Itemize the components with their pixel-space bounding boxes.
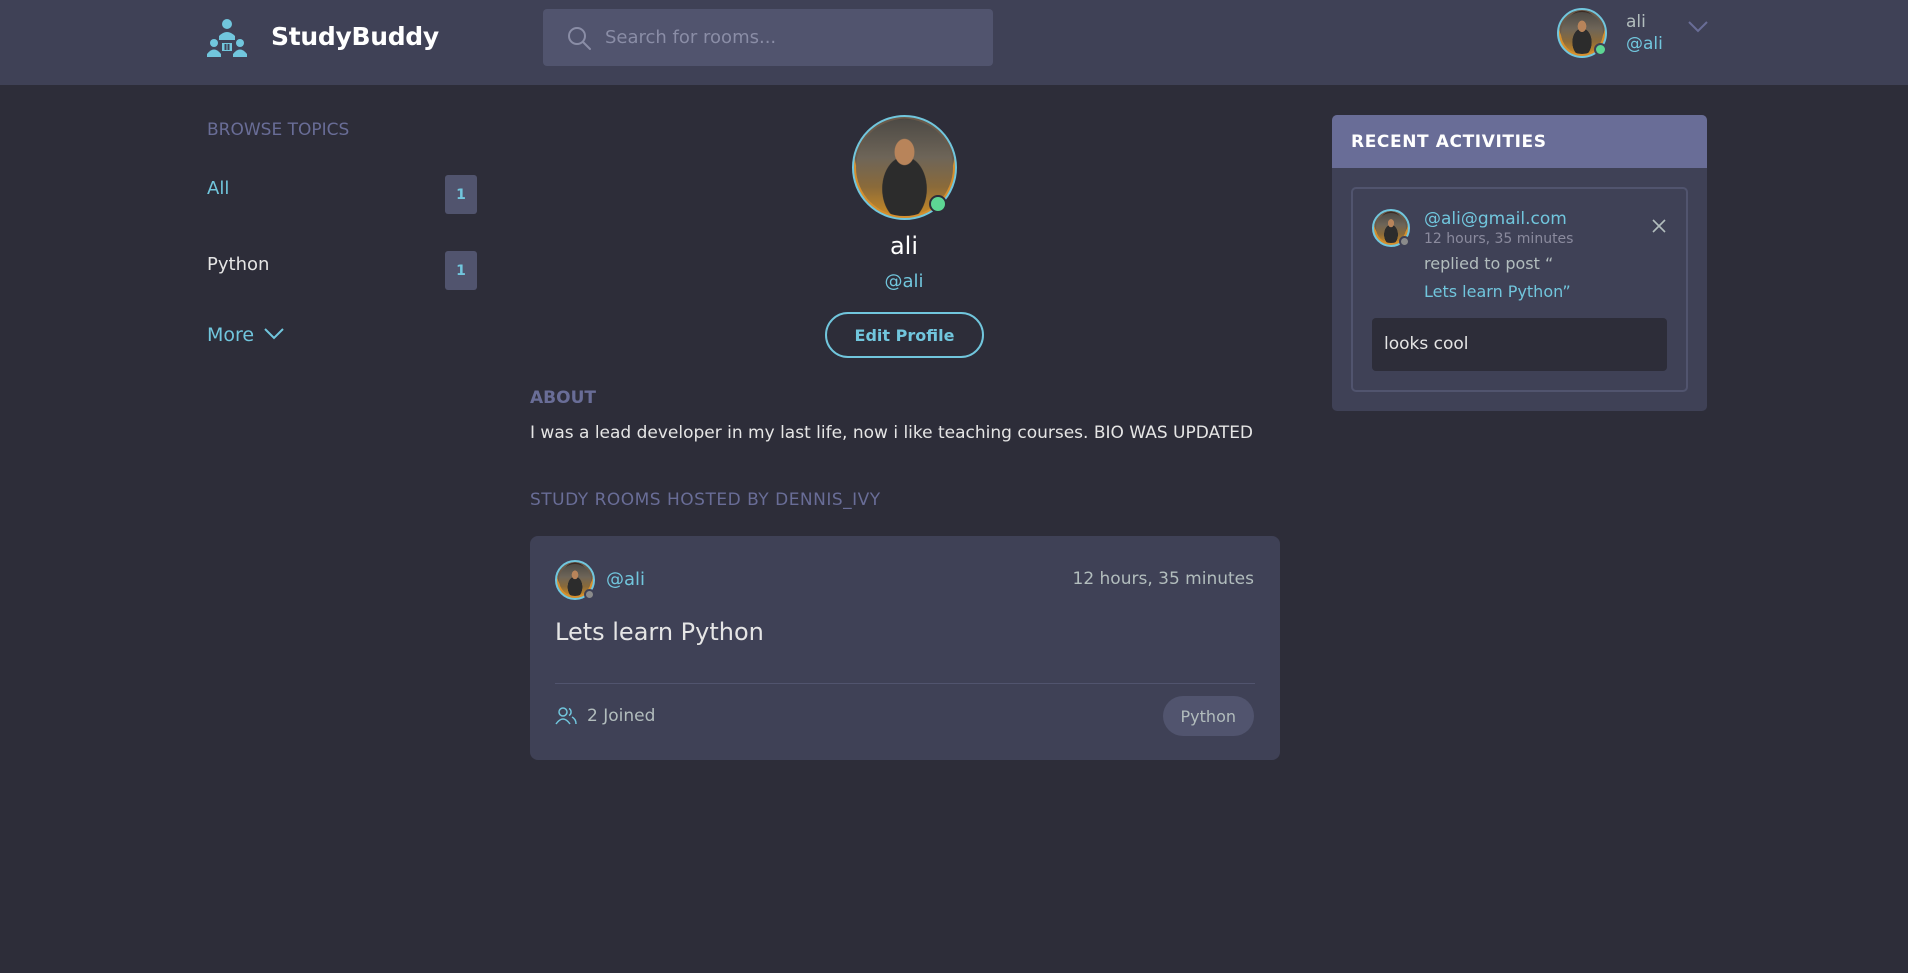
more-label: More xyxy=(207,324,255,346)
brand-name[interactable]: StudyBuddy xyxy=(271,22,439,51)
profile-avatar xyxy=(852,115,957,220)
search-input[interactable] xyxy=(605,9,975,66)
users-icon xyxy=(555,707,577,725)
recent-activities-title: RECENT ACTIVITIES xyxy=(1351,132,1547,152)
chevron-down-icon xyxy=(264,328,284,340)
activity-text: replied to post “ xyxy=(1424,254,1554,273)
user-handle: @ali xyxy=(1626,34,1663,54)
host-avatar[interactable] xyxy=(555,560,595,600)
divider xyxy=(555,683,1255,684)
user-menu[interactable]: ali @ali xyxy=(1557,8,1712,60)
topic-label: Python xyxy=(207,254,270,275)
room-host-link[interactable]: @ali xyxy=(606,569,645,590)
about-text: I was a lead developer in my last life, … xyxy=(530,423,1254,443)
about-title: ABOUT xyxy=(530,388,596,408)
room-title-link[interactable]: Lets learn Python xyxy=(555,618,764,646)
activity-avatar[interactable] xyxy=(1372,209,1410,247)
joined-count: 2 Joined xyxy=(587,706,656,726)
recent-activities-header: RECENT ACTIVITIES xyxy=(1332,115,1707,168)
activity-item: @ali@gmail.com 12 hours, 35 minutes repl… xyxy=(1351,187,1688,392)
user-name: ali xyxy=(1626,12,1646,32)
activity-room-link[interactable]: Lets learn Python” xyxy=(1424,282,1571,301)
topic-label: All xyxy=(207,178,230,199)
activity-time: 12 hours, 35 minutes xyxy=(1424,231,1574,247)
room-topic-tag[interactable]: Python xyxy=(1162,696,1254,736)
topic-count-badge: 1 xyxy=(445,251,477,290)
hosted-rooms-title: STUDY ROOMS HOSTED BY DENNIS_IVY xyxy=(530,490,881,510)
more-topics-link[interactable]: More xyxy=(207,324,284,354)
room-card[interactable]: @ali 12 hours, 35 minutes Lets learn Pyt… xyxy=(530,536,1280,760)
online-status-dot xyxy=(929,195,947,213)
online-status-dot xyxy=(1594,43,1607,56)
browse-topics-title: BROWSE TOPICS xyxy=(207,120,350,140)
close-icon[interactable] xyxy=(1650,217,1668,235)
topic-item-all[interactable]: All 1 xyxy=(207,172,477,214)
chevron-down-icon[interactable] xyxy=(1687,20,1709,34)
logo-icon[interactable] xyxy=(205,16,249,60)
offline-status-dot xyxy=(584,589,595,600)
top-navbar: StudyBuddy ali @ali xyxy=(0,0,1908,85)
activity-message: looks cool xyxy=(1372,318,1667,371)
edit-profile-button[interactable]: Edit Profile xyxy=(825,312,984,358)
profile-handle: @ali xyxy=(884,271,924,292)
search-box[interactable] xyxy=(543,9,993,66)
profile-name: ali xyxy=(889,232,919,260)
topic-item-python[interactable]: Python 1 xyxy=(207,248,477,290)
activity-user-link[interactable]: @ali@gmail.com xyxy=(1424,209,1567,229)
search-icon xyxy=(568,27,591,50)
activity-message-text: looks cool xyxy=(1384,334,1469,354)
room-time: 12 hours, 35 minutes xyxy=(1072,569,1255,589)
recent-activities-panel: RECENT ACTIVITIES @ali@gmail.com 12 hour… xyxy=(1332,115,1707,411)
topic-count-badge: 1 xyxy=(445,175,477,214)
offline-status-dot xyxy=(1399,236,1410,247)
